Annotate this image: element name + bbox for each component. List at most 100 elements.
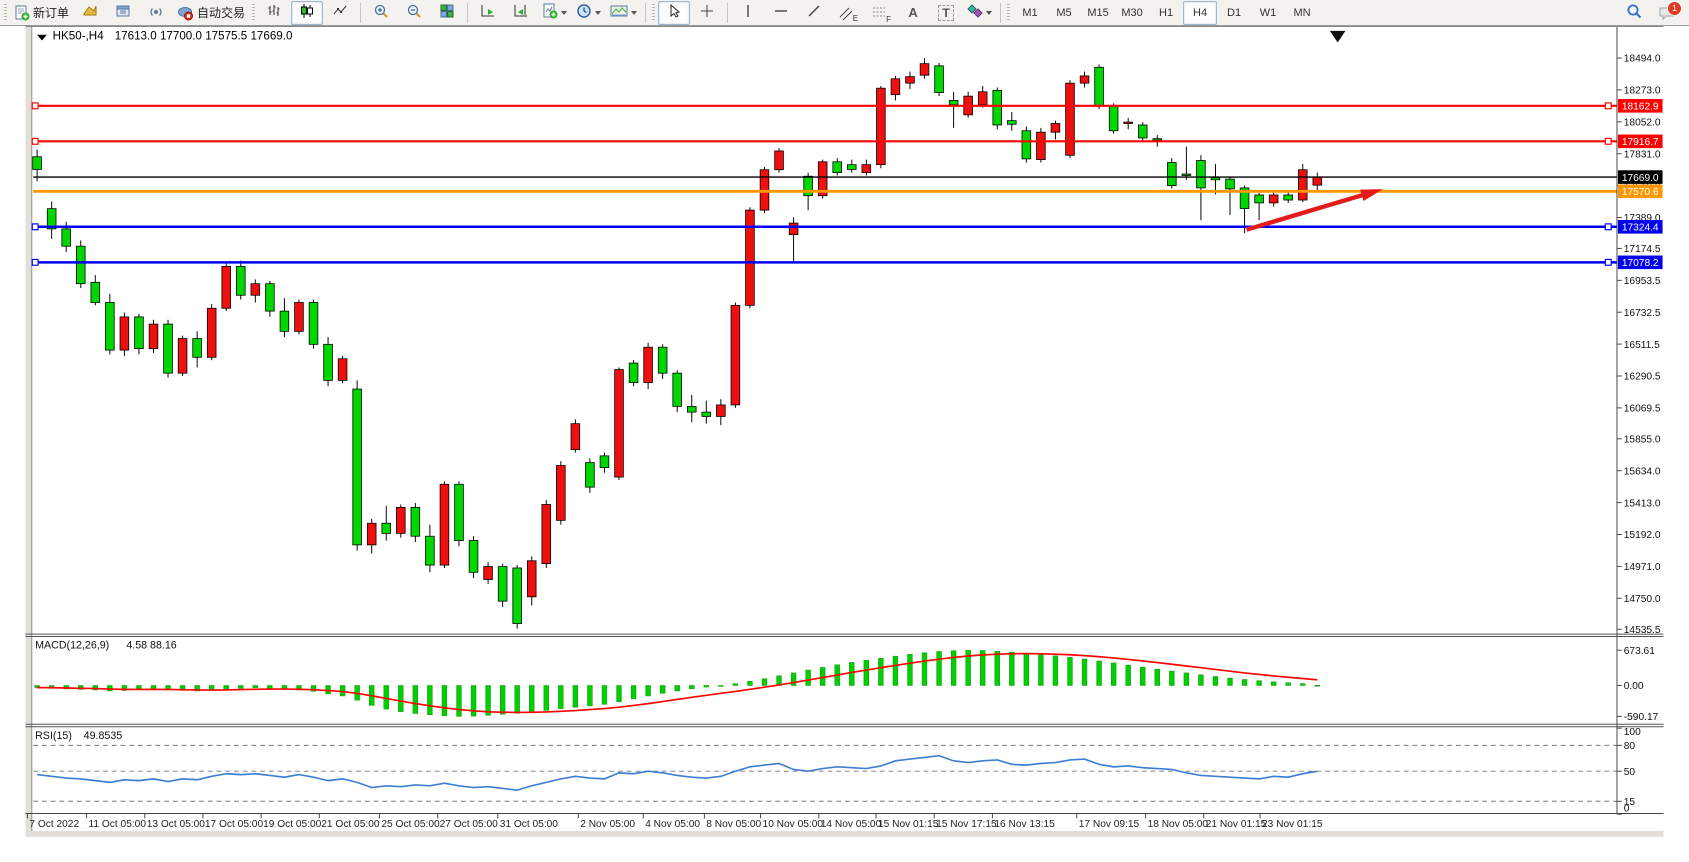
candle-body	[1182, 174, 1191, 175]
notifications-button[interactable]: 1	[1651, 1, 1683, 25]
shapes-dropdown[interactable]	[963, 1, 996, 25]
price-tick-label: 16069.5	[1624, 404, 1661, 415]
periods-dropdown[interactable]	[572, 1, 605, 25]
price-tick-label: 15634.0	[1624, 466, 1661, 477]
timeframe-button-m30[interactable]: M30	[1115, 1, 1149, 25]
time-tick-label: 13 Oct 05:00	[147, 819, 206, 830]
candle-body	[600, 456, 609, 468]
chart-shift-button[interactable]	[505, 1, 537, 25]
macd-histogram-bar	[908, 654, 913, 685]
new-chart-dropdown[interactable]	[538, 1, 571, 25]
window-bottom-border	[25, 831, 1663, 837]
fibonacci-tool-button[interactable]: F	[864, 1, 896, 25]
new-order-button[interactable]: 新订单	[10, 1, 73, 25]
macd-histogram-bar	[951, 651, 956, 686]
price-tick-label: 14971.0	[1624, 562, 1661, 573]
hline-handle[interactable]	[32, 138, 38, 144]
chart-area[interactable]: HK50-,H4 17613.0 17700.0 17575.5 17669.0…	[0, 26, 1689, 862]
price-tick-label: 14750.0	[1624, 594, 1661, 605]
hline-handle[interactable]	[1605, 224, 1611, 230]
time-tick-label: 7 Oct 2022	[29, 819, 79, 830]
navigator-button[interactable]	[140, 1, 172, 25]
notification-badge: 1	[1667, 1, 1682, 16]
macd-histogram-bar	[762, 679, 767, 686]
candle-body	[615, 370, 624, 478]
rsi-tick-label: 100	[1624, 727, 1641, 738]
chevron-down-icon	[561, 11, 567, 18]
cursor-tool-button[interactable]	[658, 1, 690, 25]
macd-histogram-bar	[995, 651, 1000, 685]
macd-tick-label: 0.00	[1624, 681, 1644, 692]
candle-body	[498, 567, 507, 602]
macd-histogram-bar	[893, 656, 898, 685]
candle-body	[993, 90, 1002, 125]
horizontal-line-tool-button[interactable]	[765, 1, 797, 25]
candle-body	[1153, 139, 1162, 140]
crosshair-tool-button[interactable]	[691, 1, 723, 25]
macd-histogram-bar	[1286, 683, 1291, 686]
equidistant-channel-tool-button[interactable]: E	[831, 1, 863, 25]
bar-chart-button[interactable]	[258, 1, 290, 25]
time-tick-label: 15 Nov 01:15	[878, 819, 939, 830]
candle-body	[222, 266, 231, 308]
hline-handle[interactable]	[32, 259, 38, 265]
line-chart-button[interactable]	[324, 1, 356, 25]
chevron-down-icon	[986, 11, 992, 18]
timeframe-button-h4[interactable]: H4	[1183, 1, 1217, 25]
timeframe-button-m1[interactable]: M1	[1013, 1, 1047, 25]
new-chart-icon	[542, 3, 558, 22]
candle-body	[716, 405, 725, 417]
zoom-out-button[interactable]	[398, 1, 430, 25]
macd-histogram-bar	[806, 670, 811, 685]
macd-histogram-bar	[253, 685, 258, 687]
auto-scroll-button[interactable]	[472, 1, 504, 25]
hline-handle[interactable]	[1605, 138, 1611, 144]
candlestick-chart-button[interactable]	[291, 1, 323, 25]
macd-histogram-bar	[1155, 669, 1160, 685]
macd-histogram-bar	[646, 685, 651, 695]
candle-body	[935, 66, 944, 93]
time-tick-label: 18 Nov 05:00	[1148, 819, 1209, 830]
price-tick-label: 15855.0	[1624, 435, 1661, 446]
candle-body	[367, 523, 376, 545]
candle-body	[862, 165, 871, 173]
timeframe-button-mn[interactable]: MN	[1285, 1, 1319, 25]
candle-body	[91, 282, 100, 302]
macd-histogram-bar	[1111, 663, 1116, 686]
macd-histogram-bar	[1082, 659, 1087, 685]
timeframe-button-m15[interactable]: M15	[1081, 1, 1115, 25]
timeframe-button-m5[interactable]: M5	[1047, 1, 1081, 25]
toolbar-separator	[727, 3, 728, 23]
search-button[interactable]	[1618, 1, 1650, 25]
hline-handle[interactable]	[32, 103, 38, 109]
hline-handle[interactable]	[1605, 259, 1611, 265]
trendline-tool-button[interactable]	[798, 1, 830, 25]
timeframe-button-d1[interactable]: D1	[1217, 1, 1251, 25]
text-label-tool-button[interactable]: T	[930, 1, 962, 25]
vertical-line-icon	[742, 3, 754, 22]
timeframe-button-h1[interactable]: H1	[1149, 1, 1183, 25]
main-toolbar: 新订单 自动交易	[0, 0, 1689, 26]
vertical-line-tool-button[interactable]	[732, 1, 764, 25]
hline-handle[interactable]	[32, 224, 38, 230]
candle-body	[1298, 170, 1307, 200]
macd-histogram-bar	[238, 685, 243, 688]
price-tick-label: 17174.5	[1624, 244, 1661, 255]
candle-body	[1037, 132, 1046, 159]
hline-handle[interactable]	[1605, 103, 1611, 109]
price-tick-label: 15413.0	[1624, 498, 1661, 509]
text-tool-button[interactable]: A	[897, 1, 929, 25]
templates-dropdown[interactable]	[606, 1, 641, 25]
candle-body	[746, 210, 755, 305]
candle-body	[571, 424, 580, 450]
market-watch-button[interactable]	[74, 1, 106, 25]
search-icon	[1626, 3, 1643, 23]
zoom-in-button[interactable]	[365, 1, 397, 25]
data-window-button[interactable]	[107, 1, 139, 25]
candle-body	[324, 344, 333, 380]
candle-body	[673, 373, 682, 406]
auto-trading-button[interactable]: 自动交易	[173, 1, 249, 25]
time-tick-label: 17 Oct 05:00	[205, 819, 264, 830]
tile-windows-button[interactable]	[431, 1, 463, 25]
timeframe-button-w1[interactable]: W1	[1251, 1, 1285, 25]
